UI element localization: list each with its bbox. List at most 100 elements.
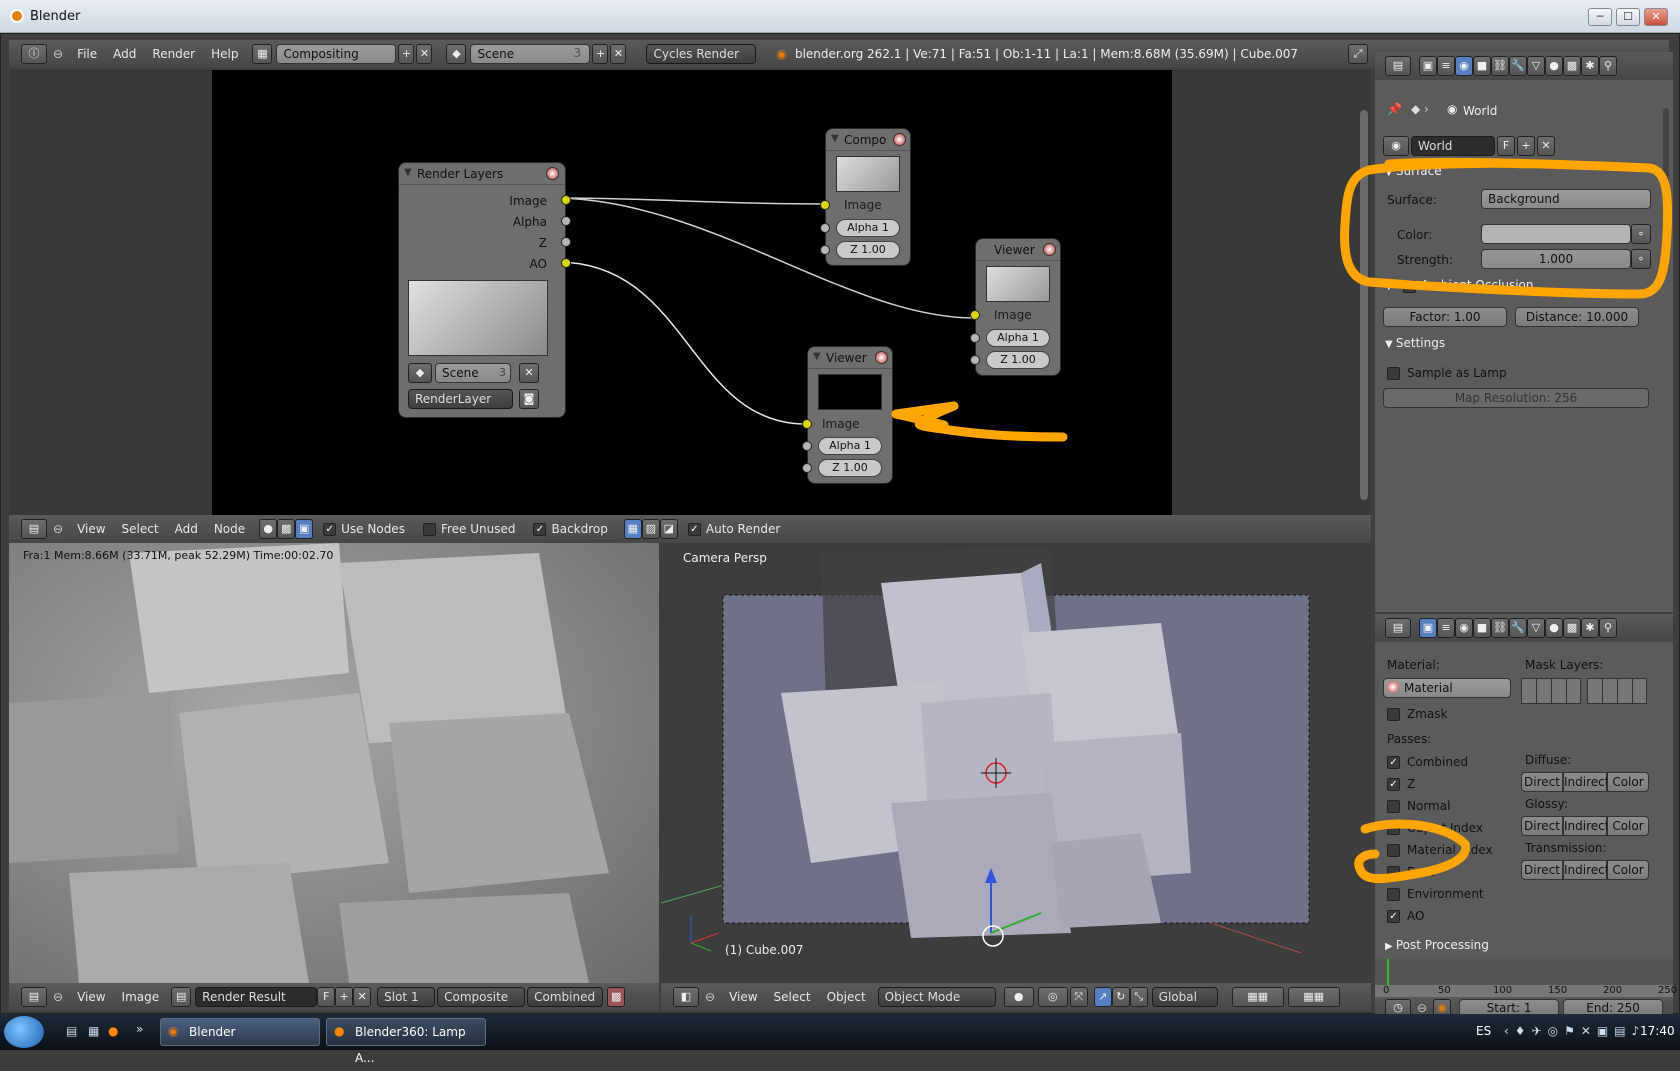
use-nodes-checkbox[interactable]: ✓: [323, 522, 337, 536]
glossy-indirect-button[interactable]: Indirect: [1563, 816, 1609, 836]
image-add-icon[interactable]: +: [335, 987, 354, 1007]
editor-type-image-icon[interactable]: ▤: [21, 987, 47, 1007]
pass-checkbox[interactable]: ✓: [1387, 755, 1400, 769]
post-processing-section-header[interactable]: ▶ Post Processing: [1385, 938, 1489, 952]
menu-add[interactable]: Add: [105, 47, 144, 61]
render-engine-dropdown[interactable]: Cycles Render: [646, 44, 757, 64]
tab-particles-icon[interactable]: ✱: [1581, 56, 1599, 76]
pass-checkbox[interactable]: ✓: [1387, 777, 1400, 791]
shader-nodes-icon[interactable]: ●: [259, 519, 278, 539]
manipulator-icon[interactable]: ⤧: [1069, 987, 1088, 1007]
tab-world-icon[interactable]: ◉: [1455, 618, 1473, 638]
add-scene-icon[interactable]: +: [592, 44, 609, 64]
world-add-icon[interactable]: +: [1517, 136, 1535, 156]
diffuse-direct-button[interactable]: Direct: [1521, 772, 1563, 792]
image-menu-view[interactable]: View: [69, 990, 113, 1004]
zmask-checkbox[interactable]: [1387, 708, 1400, 721]
node-editor[interactable]: Render Layers ▼ Image Alpha Z AO ◆ Scene…: [9, 70, 1371, 528]
glossy-direct-button[interactable]: Direct: [1521, 816, 1563, 836]
pass-checkbox[interactable]: ✓: [1387, 909, 1400, 923]
tab-data-icon[interactable]: ▽: [1527, 618, 1545, 638]
node-menu-node[interactable]: Node: [206, 522, 253, 536]
editor-type-properties-icon[interactable]: ▤: [1385, 56, 1411, 76]
pivot-point-icon[interactable]: ◎: [1037, 987, 1068, 1007]
pass-row[interactable]: ✓ AO: [1387, 905, 1517, 927]
pass-row[interactable]: ✓ Combined: [1387, 751, 1517, 773]
transform-orientation-dropdown[interactable]: Global: [1151, 987, 1218, 1007]
image-fake-user-button[interactable]: F: [317, 987, 336, 1007]
collapse-icon[interactable]: ⊖: [53, 47, 63, 61]
viewport-menu-view[interactable]: View: [721, 990, 765, 1004]
node-menu-select[interactable]: Select: [114, 522, 167, 536]
transmission-color-button[interactable]: Color: [1607, 860, 1649, 880]
quicklaunch-desktop-icon[interactable]: ▦: [88, 1024, 99, 1038]
mask-layers-grid-1[interactable]: [1521, 678, 1581, 704]
node-menu-view[interactable]: View: [69, 522, 113, 536]
timeline[interactable]: 0 50 100 150 200 250: [1375, 959, 1677, 997]
pass-checkbox[interactable]: [1387, 799, 1400, 813]
scale-manipulator-icon[interactable]: ⤡: [1129, 987, 1148, 1007]
layers-grid-2[interactable]: ▦▦: [1287, 987, 1340, 1007]
language-indicator[interactable]: ES: [1476, 1024, 1491, 1038]
backdrop-checkbox[interactable]: ✓: [533, 522, 547, 536]
scene-icon[interactable]: ◆: [446, 44, 467, 64]
transmission-direct-button[interactable]: Direct: [1521, 860, 1563, 880]
screen-layout-icon[interactable]: ▦: [252, 44, 273, 64]
3d-viewport[interactable]: Camera Persp (1) Cube.007: [661, 543, 1371, 983]
editor-type-3d-icon[interactable]: ◧: [673, 987, 699, 1007]
image-menu-image[interactable]: Image: [114, 990, 168, 1004]
tab-particles-icon[interactable]: ✱: [1581, 618, 1599, 638]
tab-layers-icon[interactable]: ≡: [1437, 56, 1455, 76]
viewport-menu-object[interactable]: Object: [819, 990, 874, 1004]
editor-type-info-icon[interactable]: ⓘ: [21, 44, 47, 64]
backdrop-rgba-icon[interactable]: ▦: [623, 519, 642, 539]
quicklaunch-explorer-icon[interactable]: ▤: [66, 1024, 77, 1038]
taskbar-blender[interactable]: Blender: [160, 1018, 320, 1046]
tab-object-icon[interactable]: ■: [1473, 56, 1491, 76]
display-channels-icon[interactable]: ▩: [607, 987, 626, 1007]
free-unused-checkbox[interactable]: [422, 522, 436, 536]
translate-manipulator-icon[interactable]: ↗: [1093, 987, 1112, 1007]
editor-type-properties-icon[interactable]: ▤: [1385, 618, 1411, 638]
collapse-icon[interactable]: ⊖: [53, 990, 63, 1004]
image-name-field[interactable]: Render Result: [195, 987, 318, 1007]
pass-row[interactable]: ✓ Z: [1387, 773, 1517, 795]
quicklaunch-more-icon[interactable]: »: [136, 1022, 143, 1036]
tab-render-icon[interactable]: ▣: [1419, 56, 1437, 76]
tab-render-icon[interactable]: ▣: [1419, 618, 1437, 638]
node-menu-add[interactable]: Add: [167, 522, 206, 536]
backdrop-rgb-icon[interactable]: ▨: [641, 519, 660, 539]
settings-section-header[interactable]: ▼ Settings: [1385, 336, 1445, 350]
delete-screen-icon[interactable]: ✕: [416, 44, 433, 64]
world-unlink-icon[interactable]: ✕: [1537, 136, 1555, 156]
tab-layers-icon[interactable]: ≡: [1437, 618, 1455, 638]
transmission-indirect-button[interactable]: Indirect: [1563, 860, 1609, 880]
tab-texture-icon[interactable]: ▩: [1563, 56, 1581, 76]
layers-grid-1[interactable]: ▦▦: [1231, 987, 1284, 1007]
delete-scene-icon[interactable]: ✕: [610, 44, 627, 64]
compositing-nodes-icon[interactable]: ▣: [295, 519, 314, 539]
taskbar-firefox[interactable]: Blender360: Lamp A...: [326, 1018, 486, 1065]
collapse-icon[interactable]: ⊖: [1417, 1001, 1427, 1015]
viewport-menu-select[interactable]: Select: [766, 990, 819, 1004]
material-override-field[interactable]: Material: [1383, 678, 1511, 698]
image-editor-render-result[interactable]: Fra:1 Mem:8.66M (33.71M, peak 52.29M) Ti…: [9, 543, 659, 983]
texture-nodes-icon[interactable]: ▩: [277, 519, 296, 539]
world-browse-icon[interactable]: ◉: [1383, 136, 1409, 156]
tab-modifiers-icon[interactable]: 🔧: [1509, 56, 1527, 76]
auto-render-checkbox[interactable]: ✓: [687, 522, 701, 536]
menu-file[interactable]: File: [69, 47, 105, 61]
close-button[interactable]: ✕: [1644, 8, 1668, 26]
pin-icon[interactable]: 📌: [1387, 102, 1402, 116]
glossy-color-button[interactable]: Color: [1607, 816, 1649, 836]
menu-help[interactable]: Help: [203, 47, 246, 61]
object-mode-dropdown[interactable]: Object Mode: [877, 987, 996, 1007]
tab-object-icon[interactable]: ■: [1473, 618, 1491, 638]
tab-physics-icon[interactable]: ⚲: [1599, 56, 1617, 76]
tab-constraints-icon[interactable]: ⛓: [1491, 56, 1509, 76]
tab-data-icon[interactable]: ▽: [1527, 56, 1545, 76]
image-browse-icon[interactable]: ▤: [171, 987, 192, 1007]
tab-material-icon[interactable]: ●: [1545, 56, 1563, 76]
map-resolution-field[interactable]: Map Resolution: 256: [1383, 388, 1649, 408]
tab-texture-icon[interactable]: ▩: [1563, 618, 1581, 638]
